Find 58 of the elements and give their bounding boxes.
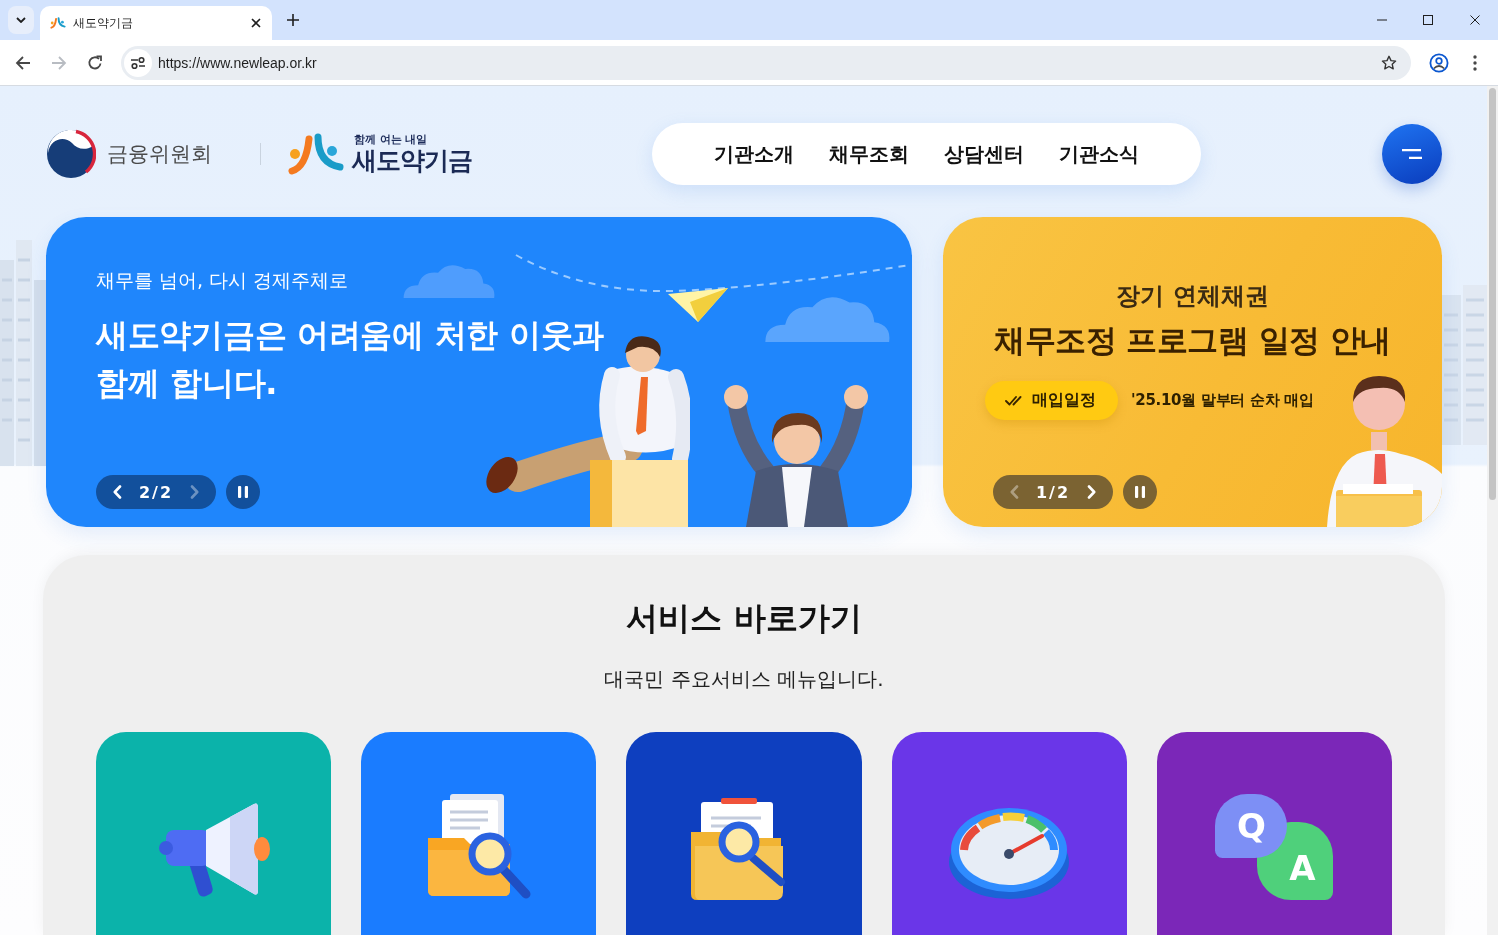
banner-title: 장기 연체채권 [1116, 281, 1269, 312]
minimize-icon [1377, 19, 1387, 21]
close-icon [1469, 15, 1480, 25]
nav-link[interactable]: 상담센터 [944, 140, 1024, 168]
chevron-right-icon [190, 485, 200, 499]
tab-search-button[interactable] [8, 6, 34, 34]
chevron-left-icon [112, 485, 122, 499]
section-subtitle: 대국민 주요서비스 메뉴입니다. [604, 666, 884, 693]
nav-link[interactable]: 채무조회 [829, 140, 909, 168]
emblem-icon [46, 129, 96, 179]
documents-magnifier-icon [425, 794, 532, 900]
address-bar[interactable]: https://www.newleap.or.kr [121, 45, 1411, 80]
close-icon [251, 18, 261, 28]
badge-label: 매입일정 [1032, 390, 1096, 411]
slide-counter: 2/2 [138, 482, 174, 502]
banner-note: '25.10월 말부터 순차 매입 [1131, 391, 1314, 410]
chevron-left-icon [1009, 485, 1019, 499]
chevron-right-icon [1087, 485, 1097, 499]
more-icon [1473, 54, 1477, 71]
scrollbar-thumb[interactable] [1489, 88, 1496, 500]
agency-name: 금융위원회 [107, 141, 212, 168]
tune-icon [130, 54, 146, 71]
banner-headline: 새도약기금은 어려움에 처한 이웃과 함께 합니다. [96, 315, 605, 404]
site-info-button[interactable] [124, 48, 152, 77]
arrow-left-icon [15, 54, 31, 71]
service-tile[interactable] [626, 732, 862, 935]
service-tile[interactable] [361, 732, 597, 935]
service-tile[interactable] [891, 732, 1127, 935]
brand-tagline: 함께 여는 내일 [354, 132, 428, 146]
pause-icon [1135, 486, 1145, 498]
plus-icon [287, 14, 299, 26]
banner-card[interactable]: 장기 연체채권 채무조정 프로그램 일정 안내 매입일정 '25.10월 말부터 순차 매입 1/2 [943, 217, 1442, 527]
menu-icon [1402, 149, 1422, 159]
banner-card[interactable]: 채무를 넘어, 다시 경제주체로 새도약기금은 어려움에 처한 이웃과 함께 합니다. 2/2 [46, 217, 912, 527]
star-icon [1381, 54, 1397, 71]
pause-button[interactable] [226, 475, 260, 509]
pause-button[interactable] [1123, 475, 1157, 509]
menu-button[interactable] [1382, 124, 1442, 184]
tab-title: 새도약기금 [73, 14, 134, 32]
chevron-down-icon [16, 17, 26, 23]
url-text: https://www.newleap.or.kr [158, 54, 317, 71]
banner-subtitle: 채무를 넘어, 다시 경제주체로 [96, 268, 349, 293]
service-tile[interactable] [96, 732, 332, 935]
scrollbar[interactable] [1487, 86, 1498, 935]
brand-name: 새도약기금 [352, 145, 472, 176]
slide-counter: 1/2 [1035, 482, 1071, 502]
profile-icon [1429, 52, 1449, 73]
arrow-right-icon [51, 54, 67, 71]
section-title: 서비스 바로가기 [626, 598, 862, 639]
brand-mark-icon [287, 133, 345, 175]
nav-link[interactable]: 기관소개 [714, 140, 794, 168]
favicon-icon [50, 17, 66, 29]
banner-headline: 채무조정 프로그램 일정 안내 [994, 321, 1391, 360]
nav-link[interactable]: 기관소식 [1059, 140, 1139, 168]
maximize-icon [1423, 15, 1433, 25]
browser-tab[interactable]: 새도약기금 [40, 6, 272, 40]
pause-icon [238, 486, 248, 498]
reload-icon [87, 54, 103, 71]
